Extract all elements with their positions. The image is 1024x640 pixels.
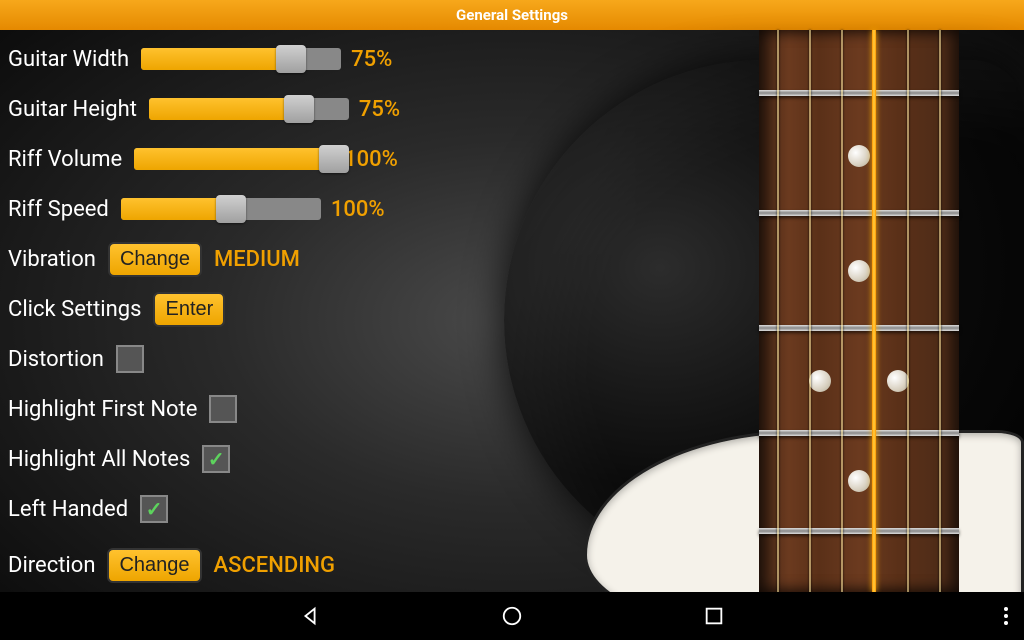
android-navbar [0,592,1024,640]
home-icon[interactable] [501,605,523,627]
setting-click: Click Settings Enter [8,290,1016,328]
checkbox-highlight-first-note[interactable] [209,395,237,423]
header-bar: General Settings [0,0,1024,30]
setting-riff-volume: Riff Volume 100% [8,140,1016,178]
back-icon[interactable] [299,605,321,627]
setting-guitar-width: Guitar Width 75% [8,40,1016,78]
checkbox-highlight-all-notes[interactable] [202,445,230,473]
setting-guitar-height: Guitar Height 75% [8,90,1016,128]
label-guitar-width: Guitar Width [8,47,129,72]
value-direction: ASCENDING [214,553,336,578]
setting-highlight-first-note: Highlight First Note [8,390,1016,428]
label-guitar-height: Guitar Height [8,97,137,122]
label-riff-volume: Riff Volume [8,147,122,172]
setting-highlight-all-notes: Highlight All Notes [8,440,1016,478]
label-highlight-all-notes: Highlight All Notes [8,447,190,472]
label-direction: Direction [8,553,95,578]
setting-distortion: Distortion [8,340,1016,378]
label-riff-speed: Riff Speed [8,197,109,222]
setting-riff-speed: Riff Speed 100% [8,190,1016,228]
settings-panel: Guitar Width 75% Guitar Height 75% Riff … [0,30,1024,592]
checkbox-left-handed[interactable] [140,495,168,523]
slider-guitar-width[interactable] [141,48,341,70]
slider-guitar-height[interactable] [149,98,349,120]
setting-vibration: Vibration Change MEDIUM [8,240,1016,278]
label-click-settings: Click Settings [8,297,141,322]
checkbox-distortion[interactable] [116,345,144,373]
value-guitar-height: 75% [359,97,400,122]
value-riff-speed: 100% [331,197,385,222]
label-distortion: Distortion [8,347,104,372]
label-vibration: Vibration [8,247,96,272]
overflow-menu-icon[interactable] [1004,607,1008,625]
setting-direction: Direction Change ASCENDING [8,546,1016,584]
change-direction-button[interactable]: Change [107,548,201,583]
page-title: General Settings [456,6,568,24]
enter-click-settings-button[interactable]: Enter [153,292,225,327]
change-vibration-button[interactable]: Change [108,242,202,277]
setting-left-handed: Left Handed [8,490,1016,528]
label-highlight-first-note: Highlight First Note [8,397,197,422]
slider-riff-speed[interactable] [121,198,321,220]
label-left-handed: Left Handed [8,497,128,522]
slider-riff-volume[interactable] [134,148,334,170]
value-vibration: MEDIUM [214,247,300,272]
value-riff-volume: 100% [344,147,398,172]
recents-icon[interactable] [703,605,725,627]
value-guitar-width: 75% [351,47,392,72]
